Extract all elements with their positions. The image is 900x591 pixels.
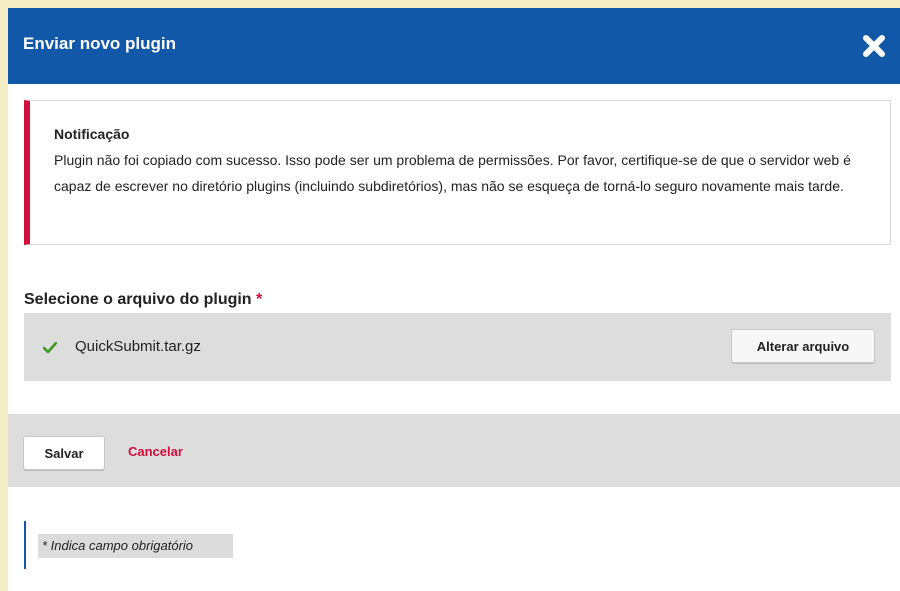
required-fields-note: * Indica campo obrigatório [24,521,244,569]
selected-file-name: QuickSubmit.tar.gz [75,338,201,355]
dialog-header: Enviar novo plugin [8,8,900,84]
notification-title: Notificação [54,126,130,142]
selected-file-row: QuickSubmit.tar.gz Alterar arquivo [24,313,891,381]
dialog-title: Enviar novo plugin [23,34,177,53]
file-field-label-text: Selecione o arquivo do plugin [24,291,252,308]
close-x-icon [863,35,885,57]
close-button[interactable] [860,32,888,60]
change-file-button[interactable]: Alterar arquivo [731,329,875,363]
upload-plugin-dialog: Enviar novo plugin Notificação Plugin nã… [8,8,900,591]
cancel-link[interactable]: Cancelar [128,444,183,459]
file-field-label: Selecione o arquivo do plugin * [24,291,262,309]
error-notification: Notificação Plugin não foi copiado com s… [24,100,891,245]
save-button[interactable]: Salvar [23,436,105,470]
notification-message: Plugin não foi copiado com sucesso. Isso… [54,152,851,194]
form-actions-bar: Salvar Cancelar [8,414,900,487]
required-fields-note-text: * Indica campo obrigatório [38,534,233,558]
check-icon [43,342,57,354]
required-asterisk: * [256,291,263,308]
